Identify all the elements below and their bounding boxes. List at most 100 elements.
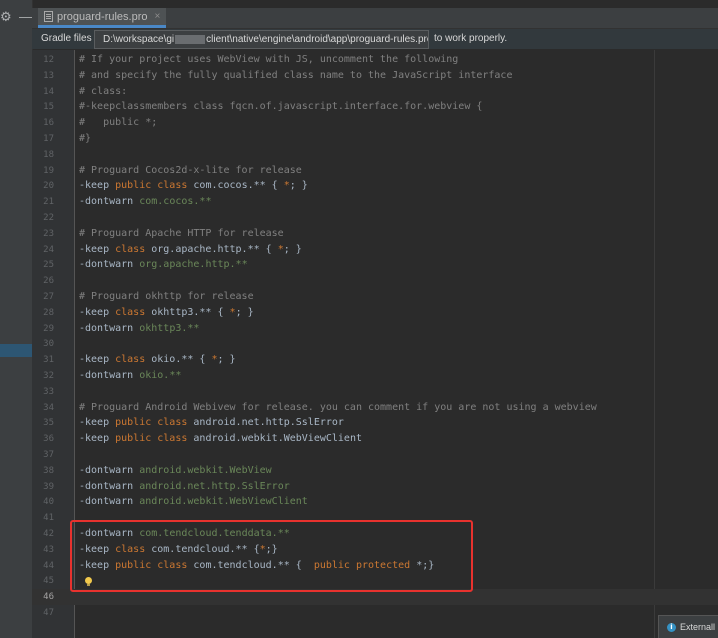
code-line[interactable]: 47 (32, 605, 718, 621)
line-number: 15 (43, 102, 54, 113)
code-line[interactable]: 15 #-keepclassmembers class fqcn.of.javas… (32, 99, 718, 115)
line-number: 26 (43, 276, 54, 287)
code-line[interactable]: 14 # class: (32, 84, 718, 100)
line-number: 46 (43, 592, 54, 603)
line-number: 30 (43, 339, 54, 350)
code-token: android.webkit.WebViewClient (139, 496, 308, 508)
line-number: 47 (43, 608, 54, 618)
tab-proguard-rules[interactable]: proguard-rules.pro × (38, 8, 167, 28)
code-token: android.net.http.SslError (193, 417, 344, 429)
code-line[interactable]: 18 (32, 147, 718, 163)
code-token: android.webkit.WebViewClient (193, 433, 362, 445)
tooltip-path-start: D:\workspace\gi (103, 34, 175, 45)
code-text: # class: (79, 84, 127, 100)
code-token: -keep (79, 180, 116, 192)
code-token: com.cocos.** (139, 196, 212, 208)
code-line[interactable]: 37 (32, 447, 718, 463)
code-text: -keep public class com.cocos.** { *; } (79, 178, 308, 194)
minimize-icon[interactable]: — (19, 10, 32, 24)
line-number: 27 (43, 292, 54, 302)
code-line[interactable]: 20 -keep public class com.cocos.** { *; } (32, 178, 718, 194)
code-token: # Proguard Cocos2d-x-lite for release (79, 164, 302, 176)
code-line[interactable]: 38 -dontwarn android.webkit.WebView (32, 463, 718, 479)
code-line[interactable]: 28 -keep class okhttp3.** { *; } (32, 305, 718, 321)
tab-label: proguard-rules.pro (57, 10, 148, 23)
code-token: class (115, 354, 152, 366)
code-token: public class (115, 180, 194, 192)
close-icon[interactable]: × (155, 11, 161, 22)
code-token: ; } (283, 243, 302, 255)
code-line[interactable]: 30 (32, 336, 718, 352)
left-tool-strip: ⚙ — (0, 0, 33, 638)
code-token: android.webkit.WebView (139, 464, 272, 476)
tooltip-path-end: client\native\engine\android\app\proguar… (206, 34, 429, 45)
code-token: -dontwarn (79, 196, 140, 208)
code-line[interactable]: 40 -dontwarn android.webkit.WebViewClient (32, 494, 718, 510)
line-number: 24 (43, 244, 54, 255)
code-token: # class: (79, 85, 128, 97)
code-token: public class (115, 433, 194, 445)
code-token: -keep (79, 354, 116, 366)
code-token: ; } (289, 180, 308, 192)
code-line[interactable]: 36 -keep public class android.webkit.WebV… (32, 431, 718, 447)
code-line[interactable]: 27 # Proguard okhttp for release (32, 289, 718, 305)
code-line[interactable]: 32 -dontwarn okio.** (32, 368, 718, 384)
line-number: 36 (43, 434, 54, 445)
tool-window-actions: ⚙ — (0, 10, 32, 26)
code-text: -dontwarn com.cocos.** (79, 194, 211, 210)
code-line[interactable]: 19 # Proguard Cocos2d-x-lite for release (32, 163, 718, 179)
code-line[interactable]: 33 (32, 384, 718, 400)
redacted-block (175, 34, 206, 44)
code-line[interactable]: 23 # Proguard Apache HTTP for release (32, 226, 718, 242)
code-token: -dontwarn (79, 259, 140, 271)
line-number: 44 (43, 560, 54, 571)
code-line[interactable]: 35 -keep public class android.net.http.Ss… (32, 415, 718, 431)
code-text: # If your project uses WebView with JS, … (79, 52, 458, 68)
code-token: ; } (217, 354, 236, 366)
code-line[interactable]: 12 # If your project uses WebView with JS… (32, 52, 718, 68)
editor-tab-bar: proguard-rules.pro × (32, 8, 718, 29)
gear-icon[interactable]: ⚙ (0, 10, 12, 26)
file-path-tooltip: D:\workspace\gi client\native\engine\andr… (94, 30, 429, 49)
line-number: 32 (43, 371, 54, 381)
code-text: # Proguard okhttp for release (79, 289, 254, 305)
code-line[interactable]: 22 (32, 210, 718, 226)
code-line[interactable]: 24 -keep class org.apache.http.** { *; } (32, 242, 718, 258)
code-token: # Proguard Android Webivew for release. … (79, 401, 597, 413)
code-line[interactable]: 16 # public *; (32, 115, 718, 131)
code-token: # If your project uses WebView with JS, … (79, 54, 459, 65)
code-token: -dontwarn (79, 496, 140, 508)
code-token: okio.** { (151, 354, 212, 366)
line-number: 16 (43, 118, 54, 129)
code-text: -keep class org.apache.http.** { *; } (79, 242, 302, 258)
code-line[interactable]: 17 #} (32, 131, 718, 147)
code-token: public class (115, 417, 194, 429)
line-number: 19 (43, 165, 54, 176)
code-text: -keep class okio.** { *; } (79, 352, 236, 368)
code-text: #} (79, 131, 91, 147)
line-number: 25 (43, 260, 54, 271)
line-number: 12 (43, 55, 54, 65)
line-number: 31 (43, 355, 54, 366)
code-token: # and specify the fully qualified class … (79, 69, 513, 81)
code-text: # Proguard Android Webivew for release. … (79, 400, 597, 416)
code-line[interactable]: 13 # and specify the fully qualified clas… (32, 68, 718, 84)
code-token: #} (79, 133, 92, 144)
line-number: 28 (43, 307, 54, 318)
code-text: # Proguard Cocos2d-x-lite for release (79, 163, 302, 179)
code-line[interactable]: 21 -dontwarn com.cocos.** (32, 194, 718, 210)
code-text: # public *; (79, 115, 157, 131)
code-line[interactable]: 29 -dontwarn okhttp3.** (32, 321, 718, 337)
banner-message-start: Gradle files h (41, 33, 100, 44)
line-number: 20 (43, 181, 54, 192)
line-number: 39 (43, 481, 54, 492)
notification-popup[interactable]: i Externall (658, 615, 718, 638)
code-line[interactable]: 34 # Proguard Android Webivew for release… (32, 400, 718, 416)
line-number: 18 (43, 149, 54, 160)
code-line[interactable]: 25 -dontwarn org.apache.http.** (32, 257, 718, 273)
code-line[interactable]: 31 -keep class okio.** { *; } (32, 352, 718, 368)
code-token: android.net.http.SslError (139, 480, 290, 492)
code-line[interactable]: 39 -dontwarn android.net.http.SslError (32, 479, 718, 495)
code-text: # and specify the fully qualified class … (79, 68, 512, 84)
code-line[interactable]: 26 (32, 273, 718, 289)
